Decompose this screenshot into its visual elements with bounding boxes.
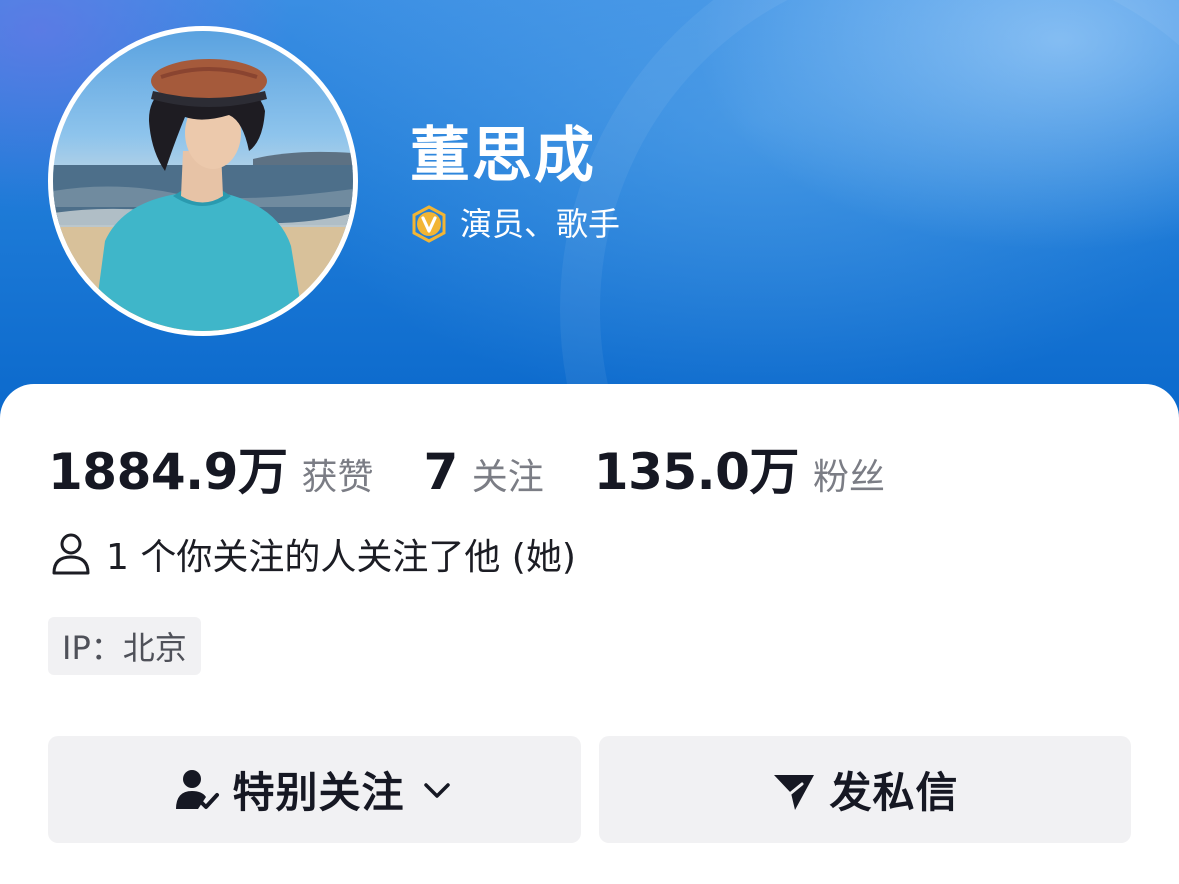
- mutual-followers-text: 1 个你关注的人关注了他 (她): [106, 537, 576, 578]
- avatar[interactable]: [48, 26, 358, 336]
- followers-label[interactable]: 粉丝: [813, 448, 885, 500]
- likes-count[interactable]: 1884.9万: [48, 432, 288, 504]
- send-icon: [774, 774, 815, 810]
- verified-v-icon: [412, 205, 446, 243]
- send-message-button[interactable]: 发私信: [599, 736, 1131, 843]
- verification-text: 演员、歌手: [460, 205, 621, 243]
- avatar-photo: [53, 59, 353, 331]
- chevron-down-icon: [423, 782, 450, 798]
- verification-badge: 演员、歌手: [410, 204, 620, 244]
- likes-label[interactable]: 获赞: [301, 448, 373, 500]
- profile-name: 董思成: [410, 121, 596, 191]
- person-check-icon: [176, 769, 220, 809]
- send-message-label: 发私信: [829, 768, 959, 817]
- followers-count[interactable]: 135.0万: [594, 432, 800, 504]
- ip-location-tag: IP：北京: [48, 617, 201, 675]
- following-label[interactable]: 关注: [472, 448, 544, 500]
- person-outline-icon: [52, 533, 90, 575]
- special-follow-button[interactable]: 特别关注: [48, 736, 581, 843]
- mutual-followers-row[interactable]: 1 个你关注的人关注了他 (她): [50, 528, 576, 580]
- profile-stats: 1884.9万 获赞 7 关注 135.0万 粉丝: [48, 432, 885, 501]
- following-count[interactable]: 7: [423, 443, 458, 501]
- special-follow-label: 特别关注: [232, 768, 405, 817]
